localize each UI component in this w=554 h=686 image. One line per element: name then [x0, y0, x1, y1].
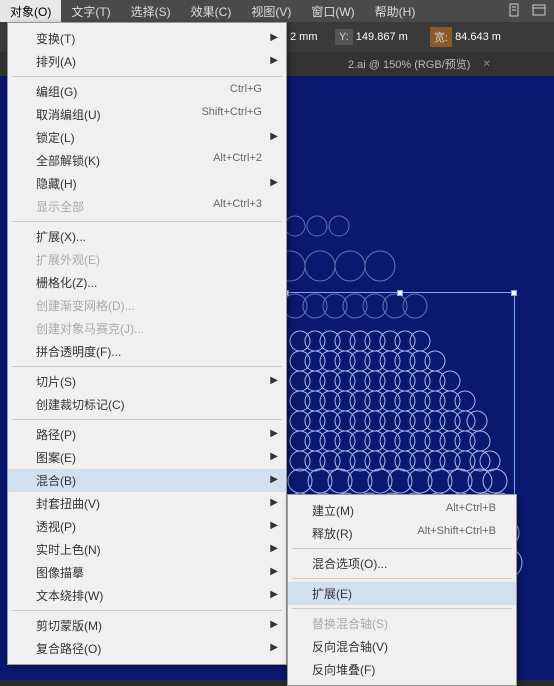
menu-item[interactable]: 隐藏(H)▶: [8, 172, 286, 195]
submenu-item[interactable]: 反向混合轴(V): [288, 635, 516, 658]
menu-item[interactable]: 封套扭曲(V)▶: [8, 492, 286, 515]
menu-item[interactable]: 复合路径(O)▶: [8, 637, 286, 660]
menu-item[interactable]: 图像描摹▶: [8, 561, 286, 584]
close-icon[interactable]: ✕: [482, 59, 490, 70]
toolbar-icons: [500, 0, 554, 22]
submenu-item[interactable]: 混合选项(O)...: [288, 552, 516, 575]
menu-item[interactable]: 图案(E)▶: [8, 446, 286, 469]
menu-item: 创建对象马赛克(J)...: [8, 317, 286, 340]
layout-icon[interactable]: [532, 3, 546, 17]
menu-select[interactable]: 选择(S): [121, 0, 181, 22]
menu-item: 创建渐变网格(D)...: [8, 294, 286, 317]
menu-item[interactable]: 锁定(L)▶: [8, 126, 286, 149]
menu-object[interactable]: 对象(O): [0, 0, 61, 22]
menu-item[interactable]: 创建裁切标记(C): [8, 393, 286, 416]
menu-item[interactable]: 路径(P)▶: [8, 423, 286, 446]
y-value[interactable]: 149.867 m: [356, 31, 408, 43]
menu-item[interactable]: 透视(P)▶: [8, 515, 286, 538]
menu-item[interactable]: 排列(A)▶: [8, 50, 286, 73]
submenu-item[interactable]: 释放(R)Alt+Shift+Ctrl+B: [288, 522, 516, 545]
menu-item[interactable]: 切片(S)▶: [8, 370, 286, 393]
menu-item[interactable]: 变换(T)▶: [8, 27, 286, 50]
submenu-item[interactable]: 反向堆叠(F): [288, 658, 516, 681]
handle-tm[interactable]: [397, 290, 403, 296]
menu-effect[interactable]: 效果(C): [181, 0, 242, 22]
w-value[interactable]: 84.643 m: [455, 31, 501, 43]
menu-item[interactable]: 拼合透明度(F)...: [8, 340, 286, 363]
submenu-item[interactable]: 扩展(E): [288, 582, 516, 605]
menu-text[interactable]: 文字(T): [61, 0, 120, 22]
menu-item[interactable]: 栅格化(Z)...: [8, 271, 286, 294]
submenu-item: 替换混合轴(S): [288, 612, 516, 635]
menu-help[interactable]: 帮助(H): [365, 0, 426, 22]
doc-icon[interactable]: [508, 3, 522, 17]
menubar: 对象(O) 文字(T) 选择(S) 效果(C) 视图(V) 窗口(W) 帮助(H…: [0, 0, 554, 22]
object-dropdown: 变换(T)▶排列(A)▶ 编组(G)Ctrl+G取消编组(U)Shift+Ctrl…: [7, 22, 287, 665]
handle-tr[interactable]: [511, 290, 517, 296]
y-label: Y:: [335, 29, 353, 45]
menu-view[interactable]: 视图(V): [241, 0, 301, 22]
menu-item[interactable]: 全部解锁(K)Alt+Ctrl+2: [8, 149, 286, 172]
menu-item[interactable]: 取消编组(U)Shift+Ctrl+G: [8, 103, 286, 126]
menu-item[interactable]: 扩展(X)...: [8, 225, 286, 248]
menu-item[interactable]: 文本绕排(W)▶: [8, 584, 286, 607]
blend-submenu: 建立(M)Alt+Ctrl+B释放(R)Alt+Shift+Ctrl+B 混合选项…: [287, 494, 517, 686]
tab-2[interactable]: 2.ai @ 150% (RGB/预览)✕: [340, 52, 499, 76]
w-label: 宽:: [430, 27, 452, 47]
menu-item[interactable]: 剪切蒙版(M)▶: [8, 614, 286, 637]
menu-item[interactable]: 编组(G)Ctrl+G: [8, 80, 286, 103]
menu-item[interactable]: 混合(B)▶: [8, 469, 286, 492]
menu-window[interactable]: 窗口(W): [301, 0, 364, 22]
unit-value: 2 mm: [290, 31, 318, 43]
submenu-item[interactable]: 建立(M)Alt+Ctrl+B: [288, 499, 516, 522]
menu-item: 显示全部Alt+Ctrl+3: [8, 195, 286, 218]
menu-item: 扩展外观(E): [8, 248, 286, 271]
menu-item[interactable]: 实时上色(N)▶: [8, 538, 286, 561]
